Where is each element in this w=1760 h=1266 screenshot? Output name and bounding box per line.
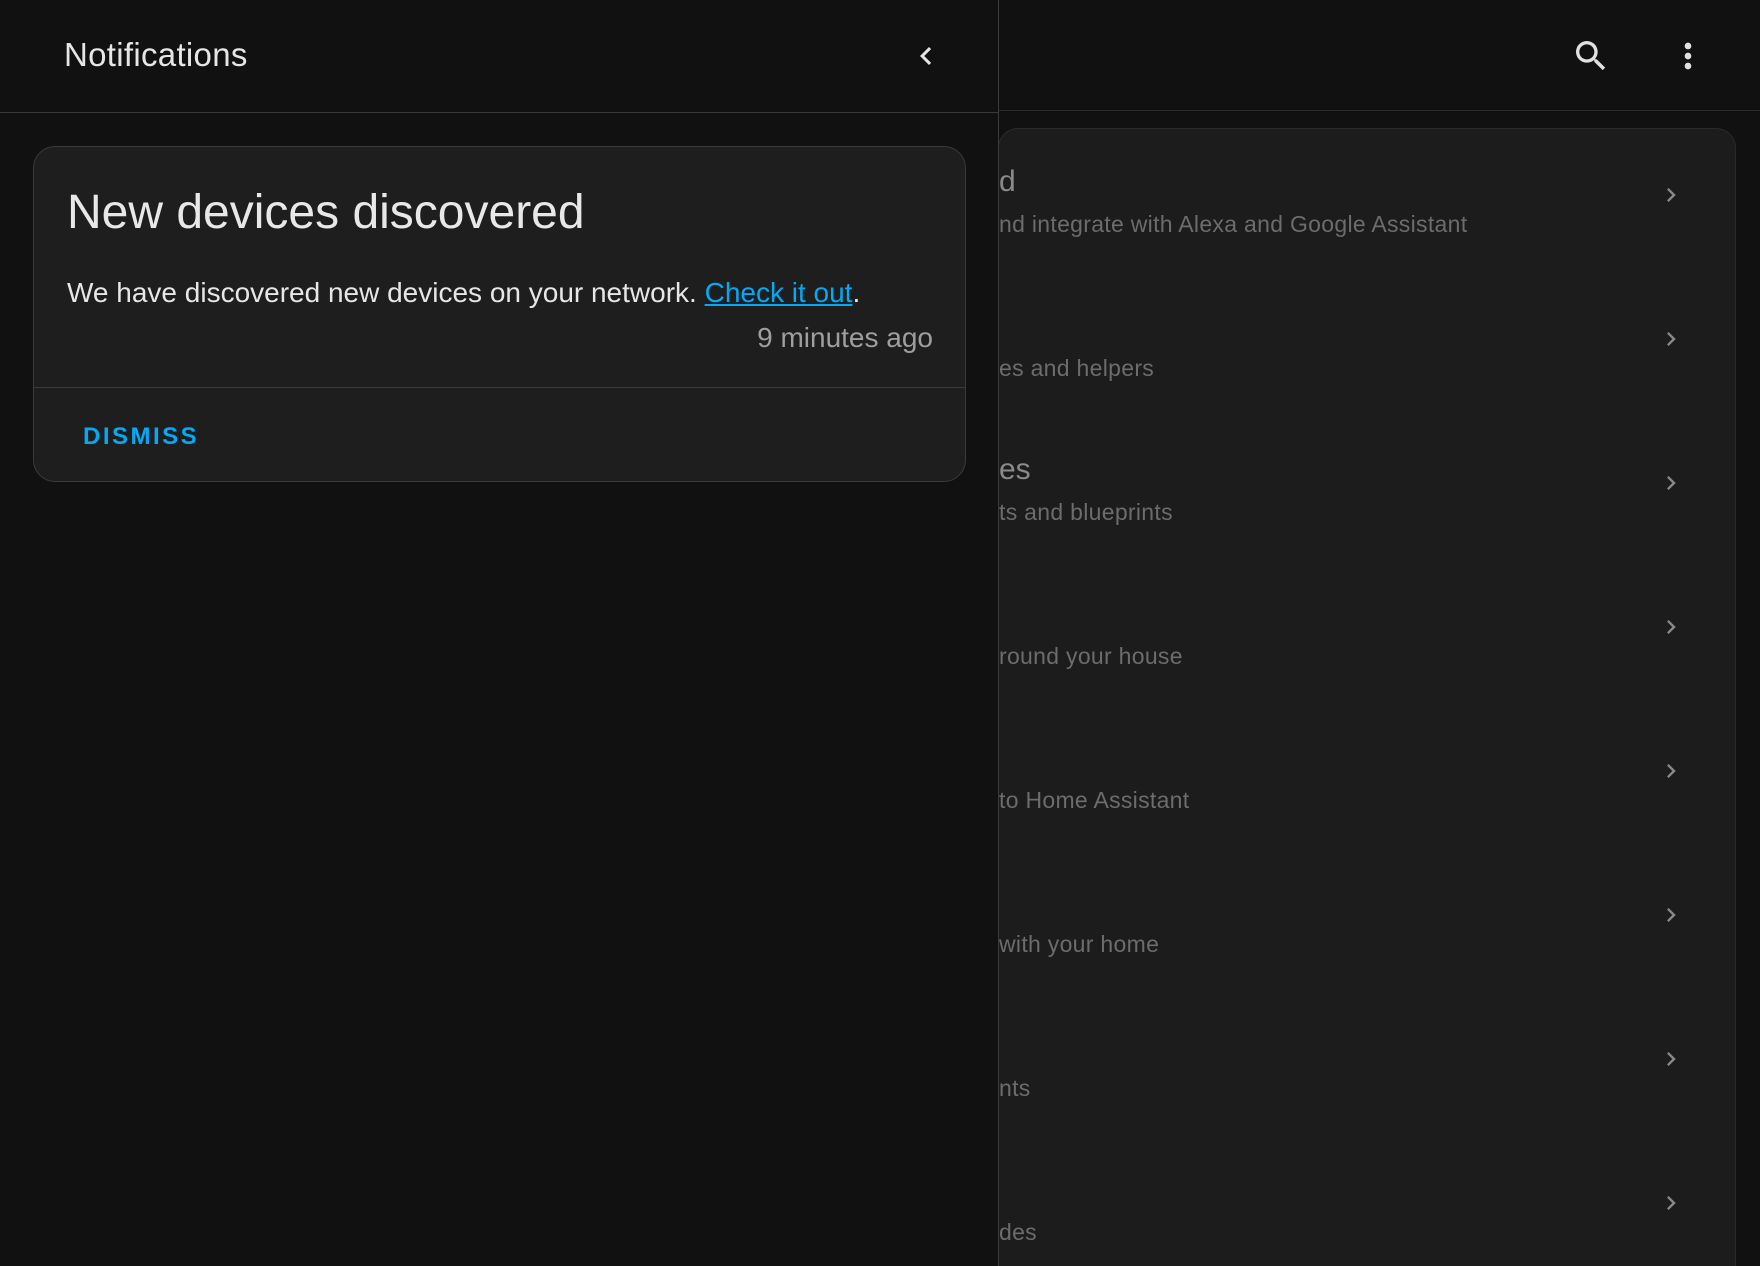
dots-vertical-icon xyxy=(1684,42,1692,70)
drawer-header: Notifications xyxy=(0,0,999,113)
row-subtitle: with your home xyxy=(999,931,1160,957)
settings-row[interactable]: with your home xyxy=(999,849,1735,993)
row-subtitle: round your house xyxy=(999,643,1183,669)
app-root: d nd integrate with Alexa and Google Ass… xyxy=(0,0,1760,1266)
settings-row[interactable]: es ts and blueprints xyxy=(999,417,1735,561)
overflow-menu-button[interactable] xyxy=(1658,26,1718,86)
settings-row[interactable]: to Home Assistant xyxy=(999,705,1735,849)
close-drawer-button[interactable] xyxy=(896,26,956,86)
dismiss-button[interactable]: DISMISS xyxy=(67,405,215,469)
chevron-right-icon xyxy=(1667,188,1676,202)
chevron-right-icon xyxy=(1667,1052,1676,1066)
row-subtitle: to Home Assistant xyxy=(999,787,1190,813)
chevron-left-icon xyxy=(920,47,932,65)
search-button[interactable] xyxy=(1561,26,1621,86)
chevron-right-icon xyxy=(1667,908,1676,922)
chevron-right-icon xyxy=(1667,332,1676,346)
check-it-out-link[interactable]: Check it out xyxy=(705,277,853,308)
divider xyxy=(34,387,965,388)
settings-card: d nd integrate with Alexa and Google Ass… xyxy=(998,128,1736,1266)
message-text: We have discovered new devices on your n… xyxy=(67,277,705,308)
chevron-right-icon xyxy=(1667,1196,1676,1210)
row-title: d xyxy=(999,165,1016,198)
drawer-title: Notifications xyxy=(64,36,248,73)
chevron-right-icon xyxy=(1667,764,1676,778)
notification-card: New devices discovered We have discovere… xyxy=(33,146,966,482)
notification-timestamp: 9 minutes ago xyxy=(757,322,933,353)
row-subtitle: des xyxy=(999,1219,1037,1245)
search-icon xyxy=(1576,41,1606,71)
settings-row[interactable]: des xyxy=(999,1137,1735,1266)
notification-title: New devices discovered xyxy=(67,186,585,239)
settings-row[interactable]: nts xyxy=(999,993,1735,1137)
settings-row[interactable]: es and helpers xyxy=(999,273,1735,417)
settings-row[interactable]: round your house xyxy=(999,561,1735,705)
row-subtitle: nts xyxy=(999,1075,1031,1101)
notification-message: We have discovered new devices on your n… xyxy=(67,277,860,309)
row-subtitle: es and helpers xyxy=(999,355,1155,381)
chevron-right-icon xyxy=(1667,476,1676,490)
row-subtitle: nd integrate with Alexa and Google Assis… xyxy=(999,211,1468,237)
row-title: es xyxy=(999,453,1031,486)
notification-drawer: Notifications New devices discovered We … xyxy=(0,0,999,1266)
row-subtitle: ts and blueprints xyxy=(999,499,1173,525)
chevron-right-icon xyxy=(1667,620,1676,634)
settings-row[interactable]: d nd integrate with Alexa and Google Ass… xyxy=(999,129,1735,273)
message-end: . xyxy=(852,277,861,308)
